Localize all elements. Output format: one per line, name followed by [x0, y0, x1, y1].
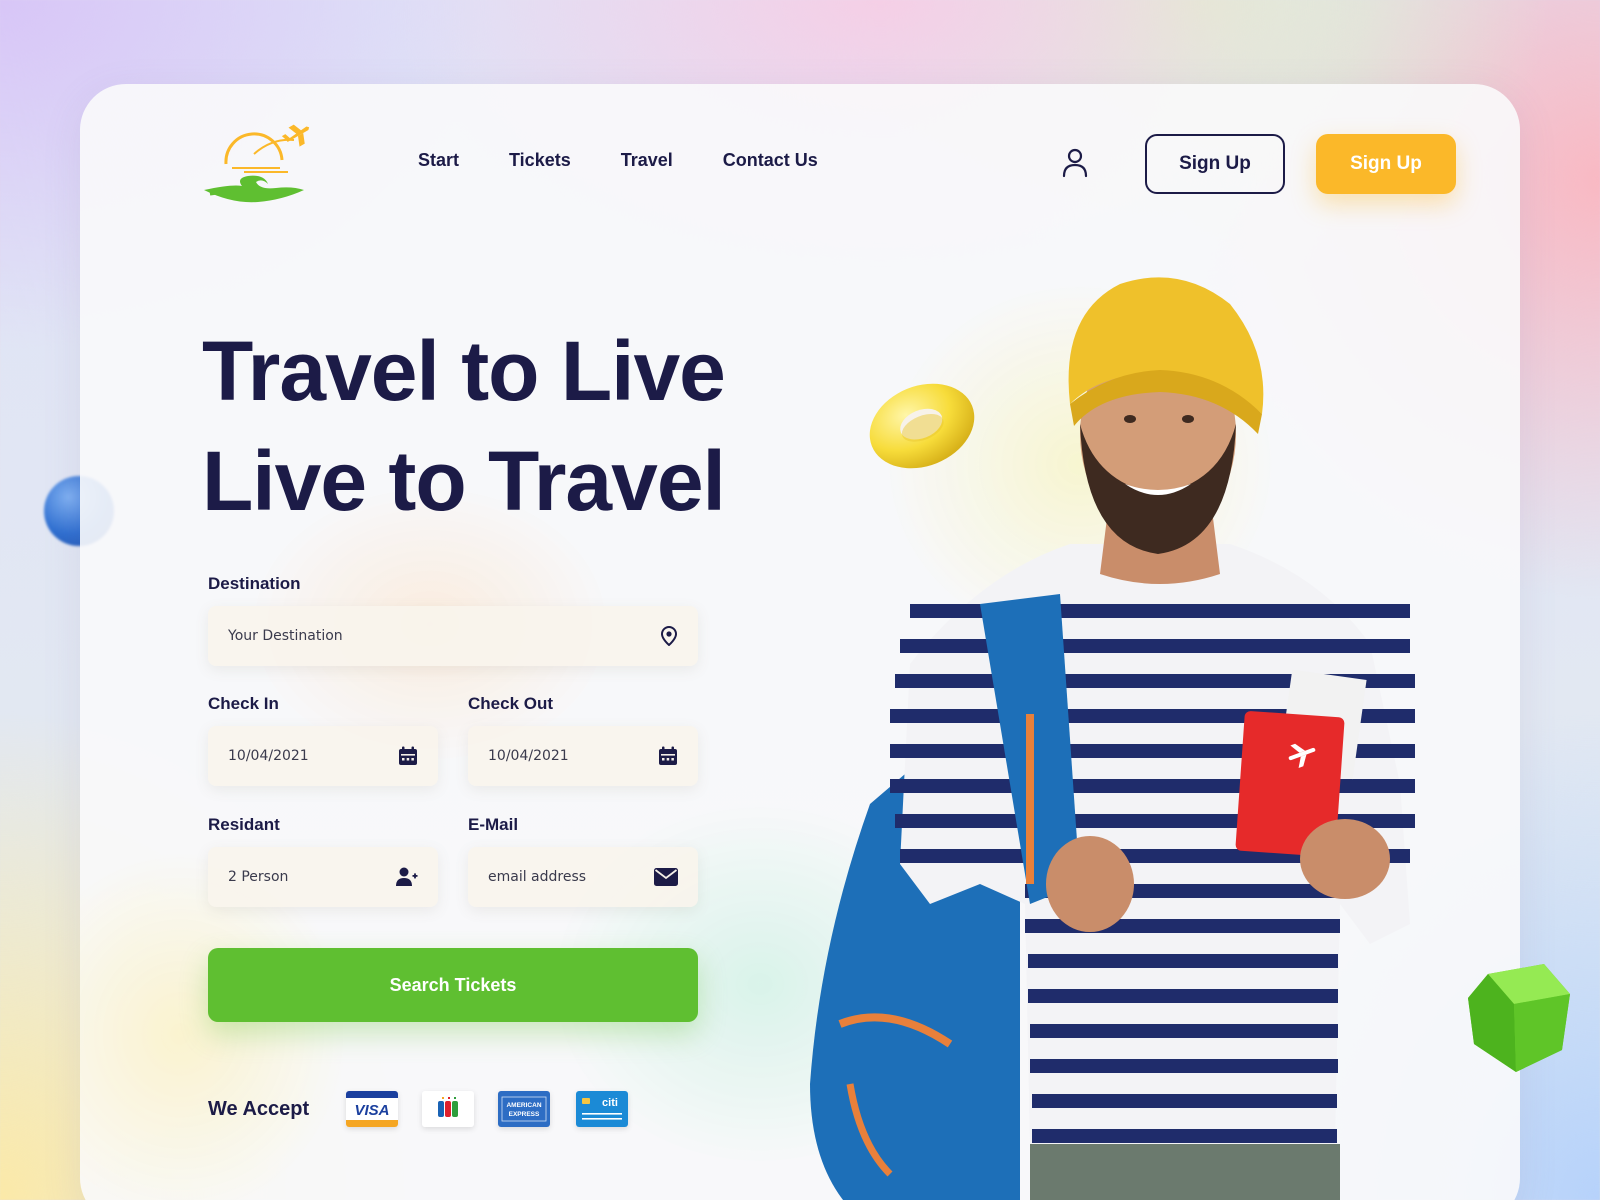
- landing-card: Start Tickets Travel Contact Us Sign Up …: [80, 84, 1520, 1200]
- svg-text:AMERICAN: AMERICAN: [506, 1102, 541, 1109]
- hero-line-2: Live to Travel: [202, 434, 726, 528]
- citi-card-text: citi: [602, 1097, 618, 1109]
- american-express-card-icon: AMERICAN EXPRESS: [498, 1091, 550, 1127]
- envelope-icon: [654, 868, 678, 886]
- destination-input[interactable]: Your Destination: [208, 606, 698, 666]
- citi-card-icon: citi: [576, 1091, 628, 1127]
- hero-line-1: Travel to Live: [202, 324, 726, 418]
- jcb-card-icon: [422, 1091, 474, 1127]
- visa-card-text: VISA: [354, 1102, 389, 1119]
- email-placeholder: email address: [488, 869, 587, 885]
- search-tickets-button[interactable]: Search Tickets: [208, 948, 698, 1022]
- map-pin-icon: [660, 626, 678, 646]
- check-in-value: 10/04/2021: [228, 748, 309, 764]
- add-user-icon: [396, 867, 418, 886]
- we-accept-label: We Accept: [208, 1098, 310, 1120]
- traveler-photo: [810, 277, 1415, 1200]
- calendar-icon: [659, 746, 677, 765]
- nav-start[interactable]: Start: [418, 150, 459, 171]
- sign-up-outline-button[interactable]: Sign Up: [1145, 134, 1285, 194]
- destination-label: Destination: [208, 574, 301, 593]
- email-field[interactable]: email address: [468, 847, 698, 907]
- cube-decoration: [1468, 964, 1570, 1072]
- check-in-label: Check In: [208, 694, 279, 713]
- resident-value: 2 Person: [228, 869, 289, 885]
- nav-travel[interactable]: Travel: [621, 150, 673, 171]
- svg-text:EXPRESS: EXPRESS: [509, 1111, 540, 1118]
- resident-label: Residant: [208, 815, 280, 834]
- resident-input[interactable]: 2 Person: [208, 847, 438, 907]
- hero-heading: Travel to Live Live to Travel: [202, 316, 726, 536]
- visa-card-icon: VISA: [346, 1091, 398, 1127]
- check-out-input[interactable]: 10/04/2021: [468, 726, 698, 786]
- calendar-icon: [399, 746, 417, 765]
- check-out-label: Check Out: [468, 694, 554, 713]
- sign-up-button[interactable]: Sign Up: [1316, 134, 1456, 194]
- main-nav: Start Tickets Travel Contact Us: [418, 150, 868, 171]
- nav-contact-us[interactable]: Contact Us: [723, 150, 818, 171]
- logo[interactable]: [202, 124, 316, 204]
- destination-placeholder: Your Destination: [228, 628, 343, 644]
- user-icon[interactable]: [1062, 148, 1088, 178]
- email-label: E-Mail: [468, 815, 519, 834]
- nav-tickets[interactable]: Tickets: [509, 150, 571, 171]
- check-out-value: 10/04/2021: [488, 748, 569, 764]
- check-in-input[interactable]: 10/04/2021: [208, 726, 438, 786]
